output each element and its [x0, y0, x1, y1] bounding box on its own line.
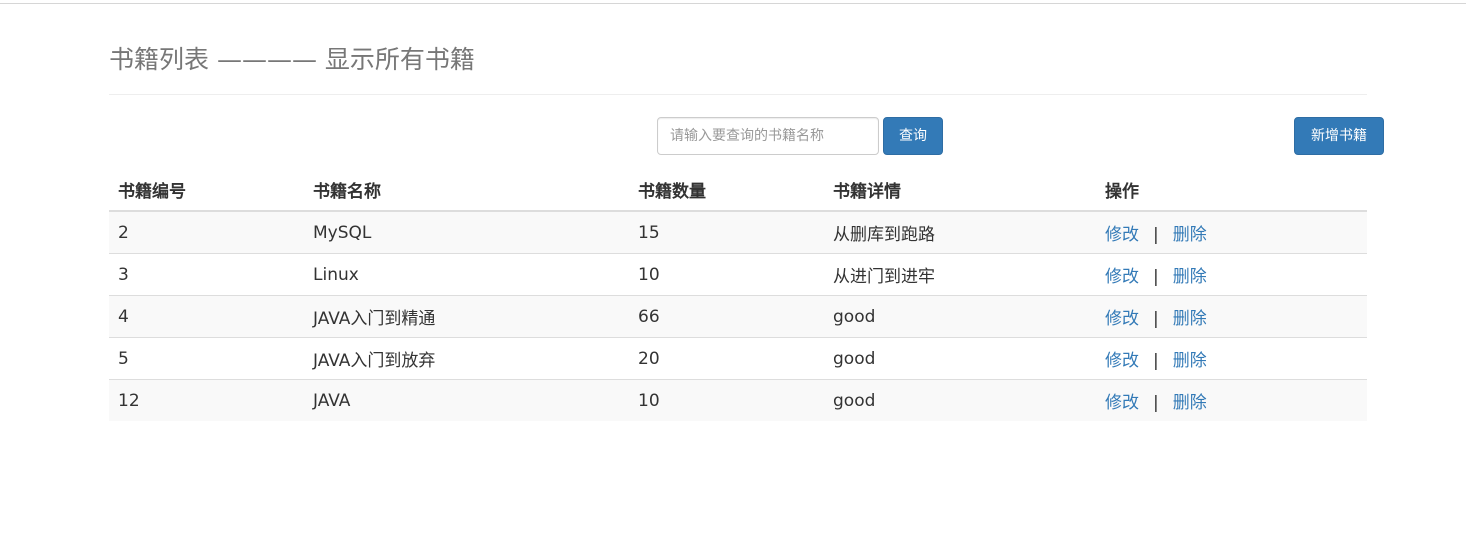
column-header-actions: 操作: [1096, 169, 1367, 212]
table-row: 5 JAVA入门到放弃 20 good 修改 | 删除: [109, 337, 1367, 380]
cell-id: 5: [109, 337, 304, 380]
cell-actions: 修改 | 删除: [1096, 337, 1367, 380]
table-row: 12 JAVA 10 good 修改 | 删除: [109, 379, 1367, 421]
cell-actions: 修改 | 删除: [1096, 379, 1367, 421]
cell-name: JAVA: [304, 379, 629, 421]
search-button[interactable]: 查询: [883, 117, 943, 155]
books-table: 书籍编号 书籍名称 书籍数量 书籍详情 操作 2 MySQL 15 从删库到跑路…: [109, 169, 1367, 421]
column-header-detail: 书籍详情: [824, 169, 1096, 212]
cell-detail: 从删库到跑路: [824, 211, 1096, 254]
cell-count: 15: [629, 211, 824, 254]
top-border: [0, 3, 1466, 4]
cell-detail: 从进门到进牢: [824, 253, 1096, 296]
cell-count: 10: [629, 253, 824, 296]
table-row: 4 JAVA入门到精通 66 good 修改 | 删除: [109, 295, 1367, 338]
cell-name: JAVA入门到放弃: [304, 337, 629, 380]
delete-link[interactable]: 删除: [1173, 267, 1207, 287]
cell-id: 3: [109, 253, 304, 296]
cell-actions: 修改 | 删除: [1096, 295, 1367, 338]
cell-count: 10: [629, 379, 824, 421]
action-separator: |: [1153, 351, 1159, 371]
column-header-count: 书籍数量: [629, 169, 824, 212]
cell-name: Linux: [304, 253, 629, 296]
cell-detail: good: [824, 379, 1096, 421]
action-separator: |: [1153, 309, 1159, 329]
table-header-row: 书籍编号 书籍名称 书籍数量 书籍详情 操作: [109, 169, 1367, 212]
add-book-button[interactable]: 新增书籍: [1294, 117, 1384, 155]
cell-name: MySQL: [304, 211, 629, 254]
search-input[interactable]: [657, 117, 879, 155]
edit-link[interactable]: 修改: [1105, 309, 1139, 329]
cell-id: 4: [109, 295, 304, 338]
page-title: 书籍列表 ———— 显示所有书籍: [109, 45, 475, 74]
action-separator: |: [1153, 393, 1159, 413]
cell-detail: good: [824, 337, 1096, 380]
cell-detail: good: [824, 295, 1096, 338]
edit-link[interactable]: 修改: [1105, 351, 1139, 371]
header-divider: [109, 94, 1367, 95]
cell-name: JAVA入门到精通: [304, 295, 629, 338]
column-header-id: 书籍编号: [109, 169, 304, 212]
edit-link[interactable]: 修改: [1105, 267, 1139, 287]
cell-actions: 修改 | 删除: [1096, 253, 1367, 296]
cell-id: 2: [109, 211, 304, 254]
delete-link[interactable]: 删除: [1173, 225, 1207, 245]
edit-link[interactable]: 修改: [1105, 225, 1139, 245]
action-separator: |: [1153, 267, 1159, 287]
table-row: 3 Linux 10 从进门到进牢 修改 | 删除: [109, 253, 1367, 296]
table-row: 2 MySQL 15 从删库到跑路 修改 | 删除: [109, 211, 1367, 254]
action-separator: |: [1153, 225, 1159, 245]
delete-link[interactable]: 删除: [1173, 351, 1207, 371]
cell-id: 12: [109, 379, 304, 421]
cell-count: 66: [629, 295, 824, 338]
cell-count: 20: [629, 337, 824, 380]
delete-link[interactable]: 删除: [1173, 309, 1207, 329]
cell-actions: 修改 | 删除: [1096, 211, 1367, 254]
delete-link[interactable]: 删除: [1173, 393, 1207, 413]
edit-link[interactable]: 修改: [1105, 393, 1139, 413]
column-header-name: 书籍名称: [304, 169, 629, 212]
